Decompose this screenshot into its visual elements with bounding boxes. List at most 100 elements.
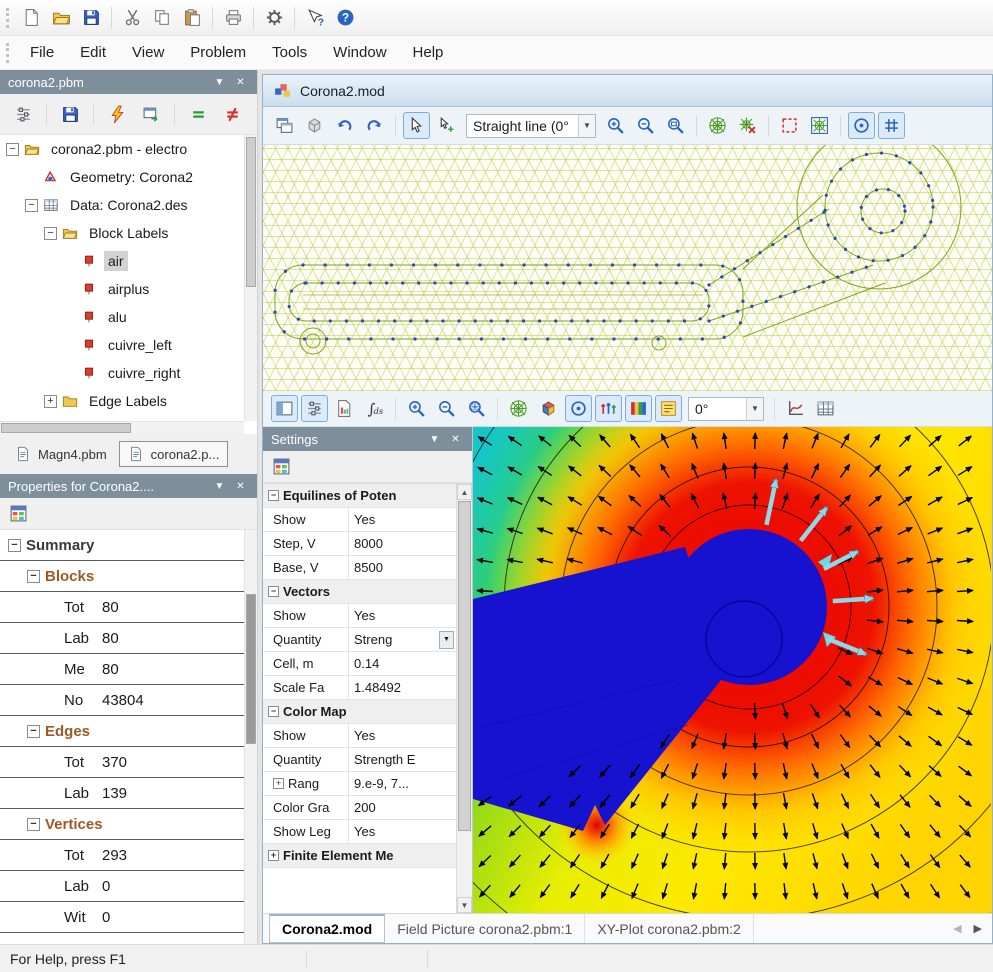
- save-button[interactable]: [77, 4, 105, 32]
- mesh-build-button[interactable]: [505, 395, 532, 422]
- open-folder-button[interactable]: [47, 4, 75, 32]
- settings-value[interactable]: Yes: [349, 604, 456, 627]
- tree-item-alu[interactable]: alu: [0, 303, 257, 331]
- scrollbar-thumb[interactable]: [246, 594, 256, 744]
- pick-point-button[interactable]: [433, 112, 460, 139]
- panel-options-button[interactable]: [8, 99, 38, 129]
- tree-item-cuivre-left[interactable]: cuivre_left: [0, 331, 257, 359]
- mesh-delete-button[interactable]: [734, 112, 761, 139]
- tree-item-edge-labels[interactable]: +Edge Labels: [0, 387, 257, 415]
- menu-help[interactable]: Help: [400, 39, 457, 66]
- next-tab-icon[interactable]: ▶: [974, 922, 982, 935]
- cube-color-button[interactable]: [535, 395, 562, 422]
- settings-value[interactable]: 8500: [349, 556, 456, 579]
- vector-arrows-button[interactable]: [595, 395, 622, 422]
- settings-value[interactable]: 0.14: [349, 652, 456, 675]
- panel-menu-icon[interactable]: ▼: [426, 431, 443, 448]
- project-tab-corona2-p[interactable]: corona2.p...: [119, 441, 229, 467]
- integral-button[interactable]: ∫ds: [361, 395, 388, 422]
- doc-tab-xy-plot-corona2-pbm-2[interactable]: XY-Plot corona2.pbm:2: [585, 914, 753, 943]
- help-button[interactable]: ?: [331, 4, 359, 32]
- props-grid-icon[interactable]: [9, 504, 28, 523]
- save-button[interactable]: [55, 99, 85, 129]
- panel-close-icon[interactable]: ✕: [232, 74, 249, 91]
- tree-item-airplus[interactable]: airplus: [0, 275, 257, 303]
- menu-view[interactable]: View: [119, 39, 177, 66]
- panel-menu-icon[interactable]: ▼: [211, 478, 228, 495]
- settings-value[interactable]: Yes: [349, 820, 456, 843]
- section-expander-icon[interactable]: −: [27, 818, 40, 831]
- zoom-in-button[interactable]: [403, 395, 430, 422]
- scroll-down-icon[interactable]: ▼: [457, 897, 472, 913]
- redo-button[interactable]: [361, 112, 388, 139]
- undo-button[interactable]: [331, 112, 358, 139]
- zoom-out-button[interactable]: [632, 112, 659, 139]
- data-table-button[interactable]: [812, 395, 839, 422]
- xy-plot-button[interactable]: [782, 395, 809, 422]
- tree-expander-icon[interactable]: −: [25, 199, 38, 212]
- zoom-window-button[interactable]: [662, 112, 689, 139]
- doc-tab-field-picture-corona2-pbm-1[interactable]: Field Picture corona2.pbm:1: [385, 914, 585, 943]
- section-expander-icon[interactable]: −: [268, 706, 279, 717]
- settings-value[interactable]: 8000: [349, 532, 456, 555]
- tree-item-block-labels[interactable]: −Block Labels: [0, 219, 257, 247]
- props-grid-icon[interactable]: [272, 457, 291, 476]
- target-circle-button[interactable]: [565, 395, 592, 422]
- color-map-button[interactable]: [625, 395, 652, 422]
- settings-scrollbar[interactable]: ▲ ▼: [456, 484, 472, 913]
- doc-tab-corona2-mod[interactable]: Corona2.mod: [269, 914, 385, 943]
- menu-edit[interactable]: Edit: [67, 39, 119, 66]
- target-circle-button[interactable]: [848, 112, 875, 139]
- section-expander-icon[interactable]: −: [8, 539, 21, 552]
- tree-item-cuivre-right[interactable]: cuivre_right: [0, 359, 257, 387]
- cube-button[interactable]: [301, 112, 328, 139]
- section-expander-icon[interactable]: −: [27, 725, 40, 738]
- new-window-button[interactable]: [271, 112, 298, 139]
- tree-expander-icon[interactable]: +: [44, 395, 57, 408]
- tree-item-data-corona2-des[interactable]: −Data: Corona2.des: [0, 191, 257, 219]
- settings-section-equilines-of-poten[interactable]: −Equilines of Poten: [263, 484, 456, 508]
- scrollbar-thumb[interactable]: [458, 501, 471, 831]
- grid-button[interactable]: [878, 112, 905, 139]
- menu-problem[interactable]: Problem: [177, 39, 259, 66]
- tree-horizontal-scrollbar[interactable]: [0, 421, 244, 434]
- tree-expander-icon[interactable]: −: [44, 227, 57, 240]
- settings-value[interactable]: Yes: [349, 508, 456, 531]
- settings-gear-button[interactable]: [260, 4, 288, 32]
- section-expander-icon[interactable]: −: [27, 570, 40, 583]
- shape-dropdown[interactable]: Straight line (0°▼: [466, 114, 596, 138]
- tree-item-geometry-corona2[interactable]: Geometry: Corona2: [0, 163, 257, 191]
- settings-value[interactable]: 9.e-9, 7...: [349, 772, 456, 795]
- field-settings-button[interactable]: [301, 395, 328, 422]
- prev-tab-icon[interactable]: ◀: [953, 922, 961, 935]
- scrollbar-thumb[interactable]: [1, 423, 131, 433]
- mesh-build-button[interactable]: [704, 112, 731, 139]
- menu-window[interactable]: Window: [320, 39, 399, 66]
- settings-section-color-map[interactable]: −Color Map: [263, 700, 456, 724]
- section-expander-icon[interactable]: −: [268, 586, 279, 597]
- row-expander-icon[interactable]: +: [273, 778, 284, 789]
- paste-button[interactable]: [178, 4, 206, 32]
- chevron-down-icon[interactable]: ▼: [746, 398, 763, 420]
- settings-value[interactable]: Streng▼: [349, 628, 456, 651]
- legend-button[interactable]: [655, 395, 682, 422]
- tree-item-corona2-pbm-electro[interactable]: −corona2.pbm - electro: [0, 135, 257, 163]
- menu-file[interactable]: File: [17, 39, 67, 66]
- zoom-out-button[interactable]: [433, 395, 460, 422]
- tree-item-air[interactable]: air: [0, 247, 257, 275]
- scroll-up-icon[interactable]: ▲: [457, 484, 472, 500]
- tree-vertical-scrollbar[interactable]: [244, 135, 257, 421]
- mesh-region-button[interactable]: [806, 112, 833, 139]
- chevron-down-icon[interactable]: ▼: [439, 631, 454, 649]
- settings-value[interactable]: Strength E: [349, 748, 456, 771]
- settings-value[interactable]: 200: [349, 796, 456, 819]
- panel-close-icon[interactable]: ✕: [232, 478, 249, 495]
- chevron-down-icon[interactable]: ▼: [578, 115, 595, 137]
- context-help-button[interactable]: ?: [301, 4, 329, 32]
- equals-button[interactable]: [183, 99, 213, 129]
- not-equal-button[interactable]: [217, 99, 247, 129]
- project-tab-magn4-pbm[interactable]: Magn4.pbm: [6, 441, 116, 467]
- zoom-in-button[interactable]: [602, 112, 629, 139]
- field-picture-button[interactable]: [331, 395, 358, 422]
- menu-tools[interactable]: Tools: [259, 39, 320, 66]
